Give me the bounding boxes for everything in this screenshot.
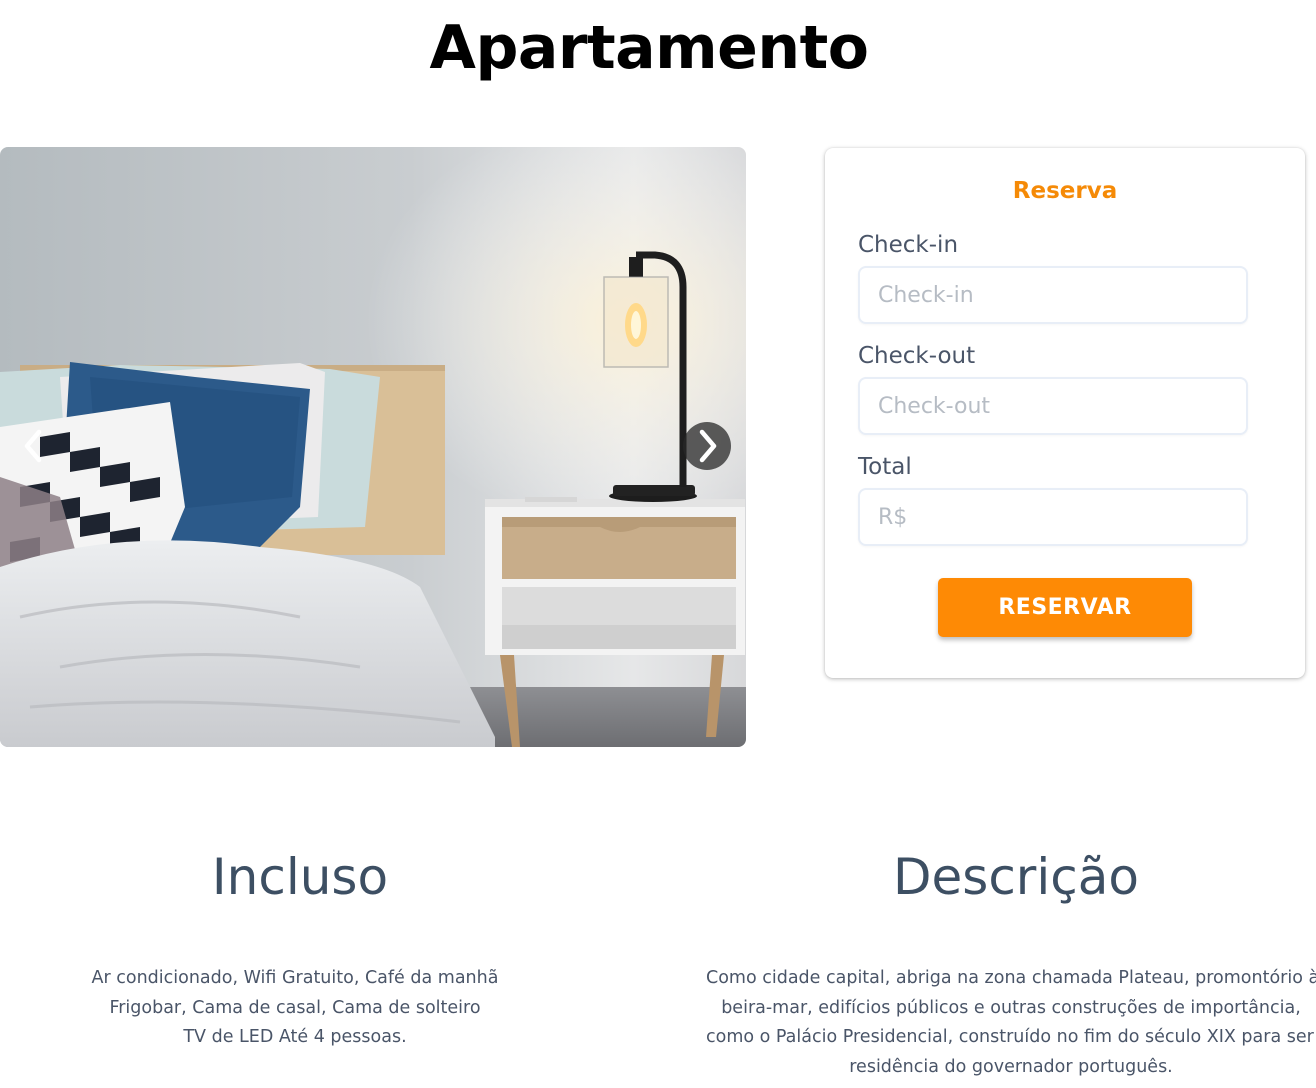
included-list: Ar condicionado, Wifi Gratuito, Café da … (60, 964, 530, 1053)
checkout-label: Check-out (858, 343, 976, 369)
checkin-input[interactable] (858, 266, 1248, 324)
bedroom-photo (0, 147, 746, 747)
total-label: Total (858, 454, 912, 480)
reserve-button[interactable]: RESERVAR (938, 578, 1192, 637)
description-line: Como cidade capital, abriga na zona cham… (706, 968, 1316, 988)
checkout-input[interactable] (858, 377, 1248, 435)
included-line: Frigobar, Cama de casal, Cama de solteir… (109, 997, 481, 1018)
included-line: Ar condicionado, Wifi Gratuito, Café da … (91, 968, 499, 988)
total-input[interactable] (858, 488, 1248, 546)
carousel-prev-button[interactable] (9, 422, 57, 470)
checkin-label: Check-in (858, 232, 959, 258)
description-text: Como cidade capital, abriga na zona cham… (706, 964, 1316, 1082)
description-line: beira-mar, edifícios públicos e outras c… (721, 997, 1301, 1018)
carousel-next-button[interactable] (683, 422, 731, 470)
included-title: Incluso (211, 848, 389, 906)
chevron-left-icon (24, 429, 42, 463)
included-line: TV de LED Até 4 pessoas. (183, 1027, 407, 1047)
reservation-title: Reserva (1012, 178, 1118, 204)
description-title: Descrição (893, 848, 1139, 906)
description-line: residência do governador português. (849, 1056, 1173, 1077)
page-title: Apartamento (429, 13, 869, 83)
photo-carousel[interactable] (0, 147, 746, 747)
reservation-card: Reserva Check-in Check-out Total RESERVA… (825, 148, 1305, 678)
description-line: como o Palácio Presidencial, construído … (706, 1027, 1316, 1047)
chevron-right-icon (699, 429, 717, 463)
